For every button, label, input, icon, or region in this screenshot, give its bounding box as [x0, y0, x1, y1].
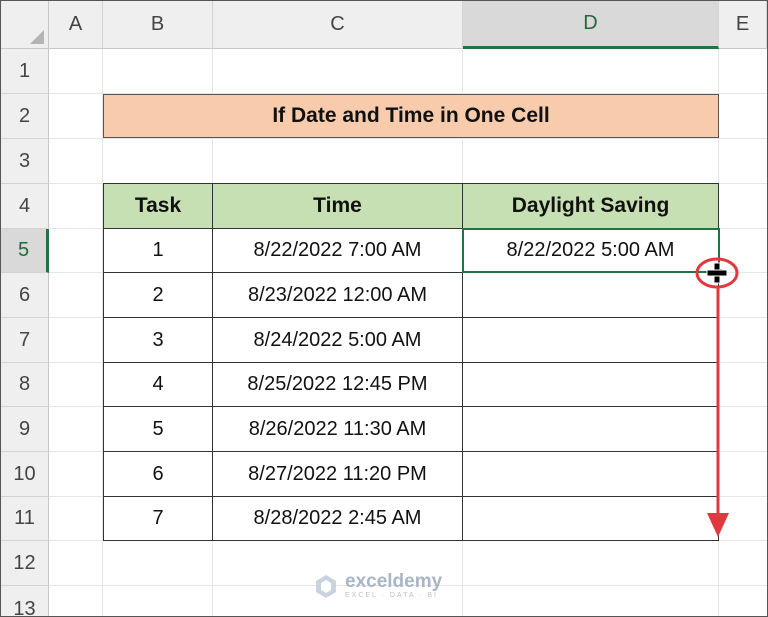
row-header-5[interactable]: 5 — [1, 229, 49, 273]
fill-handle[interactable] — [714, 268, 723, 277]
column-header-b[interactable]: B — [103, 1, 213, 49]
cell-time[interactable]: 8/28/2022 2:45 AM — [213, 497, 463, 541]
row-header-2[interactable]: 2 — [1, 94, 49, 139]
cell-time[interactable]: 8/27/2022 11:20 PM — [213, 452, 463, 497]
cell-task[interactable]: 7 — [103, 497, 213, 541]
cell-task[interactable]: 6 — [103, 452, 213, 497]
column-header-a[interactable]: A — [49, 1, 103, 49]
cell-task[interactable]: 1 — [103, 229, 213, 273]
select-all-triangle-icon — [30, 30, 44, 44]
column-header-d[interactable]: D — [463, 1, 719, 49]
cell-task[interactable]: 5 — [103, 407, 213, 452]
cell-daylight-saving[interactable] — [463, 452, 719, 497]
watermark-tagline: EXCEL · DATA · BI — [345, 592, 438, 599]
row-header-13[interactable]: 13 — [1, 586, 49, 616]
row-header-9[interactable]: 9 — [1, 407, 49, 452]
cell-task[interactable]: 2 — [103, 273, 213, 318]
row-header-3[interactable]: 3 — [1, 139, 49, 184]
watermark-text: exceldemy EXCEL · DATA · BI — [345, 572, 442, 600]
cell-time[interactable]: 8/24/2022 5:00 AM — [213, 318, 463, 363]
cell-daylight-saving[interactable] — [463, 407, 719, 452]
cell-daylight-saving[interactable] — [463, 497, 719, 541]
column-header-e[interactable]: E — [719, 1, 767, 49]
select-all-button[interactable] — [1, 1, 49, 49]
spreadsheet-window: A B C D E 1 2 3 4 5 6 7 8 9 10 11 12 13 … — [0, 0, 768, 617]
cell-time[interactable]: 8/22/2022 7:00 AM — [213, 229, 463, 273]
cell-task[interactable]: 3 — [103, 318, 213, 363]
cell-daylight-saving[interactable] — [463, 318, 719, 363]
cell-time[interactable]: 8/25/2022 12:45 PM — [213, 363, 463, 407]
row-header-7[interactable]: 7 — [1, 318, 49, 363]
cell-time[interactable]: 8/23/2022 12:00 AM — [213, 273, 463, 318]
cell-daylight-saving[interactable] — [463, 363, 719, 407]
row-header-8[interactable]: 8 — [1, 363, 49, 407]
header-task[interactable]: Task — [103, 183, 213, 229]
column-header-c[interactable]: C — [213, 1, 463, 49]
cell-daylight-saving[interactable] — [463, 273, 719, 318]
row-header-6[interactable]: 6 — [1, 273, 49, 318]
row-header-4[interactable]: 4 — [1, 184, 49, 229]
row-header-12[interactable]: 12 — [1, 541, 49, 586]
row-header-1[interactable]: 1 — [1, 49, 49, 94]
row-header-11[interactable]: 11 — [1, 497, 49, 541]
exceldemy-watermark: exceldemy EXCEL · DATA · BI — [313, 572, 442, 600]
row-header-10[interactable]: 10 — [1, 452, 49, 497]
header-daylight-saving[interactable]: Daylight Saving — [463, 183, 719, 229]
watermark-name: exceldemy — [345, 571, 443, 592]
cell-time[interactable]: 8/26/2022 11:30 AM — [213, 407, 463, 452]
header-time[interactable]: Time — [213, 183, 463, 229]
exceldemy-logo-icon — [316, 575, 336, 598]
cell-task[interactable]: 4 — [103, 363, 213, 407]
sheet-title-cell[interactable]: If Date and Time in One Cell — [103, 94, 719, 138]
gridline — [49, 138, 767, 139]
cell-daylight-saving[interactable]: 8/22/2022 5:00 AM — [463, 229, 719, 273]
